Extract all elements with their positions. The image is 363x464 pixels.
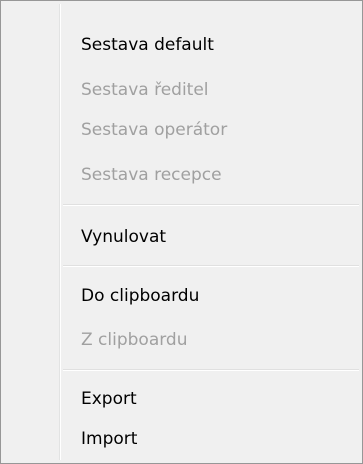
menu-separator	[63, 369, 359, 371]
menu-separator	[63, 204, 359, 206]
menu-separator	[63, 265, 359, 267]
menu-item-import[interactable]: Import	[4, 421, 359, 457]
menu-item-vynulovat[interactable]: Vynulovat	[4, 219, 359, 255]
menu-item-z-clipboardu: Z clipboardu	[81, 330, 188, 350]
menu-item-sestava-reditel: Sestava ředitel	[81, 80, 209, 100]
menu-item-sestava-recepce: Sestava recepce	[81, 165, 222, 185]
menu-item-do-clipboardu[interactable]: Do clipboardu	[4, 278, 359, 314]
menu-item-export[interactable]: Export	[4, 381, 359, 417]
context-menu: Sestava default Sestava ředitel Sestava …	[0, 0, 363, 464]
menu-item-sestava-default[interactable]: Sestava default	[4, 27, 359, 63]
menu-item-sestava-operator: Sestava operátor	[81, 120, 228, 140]
